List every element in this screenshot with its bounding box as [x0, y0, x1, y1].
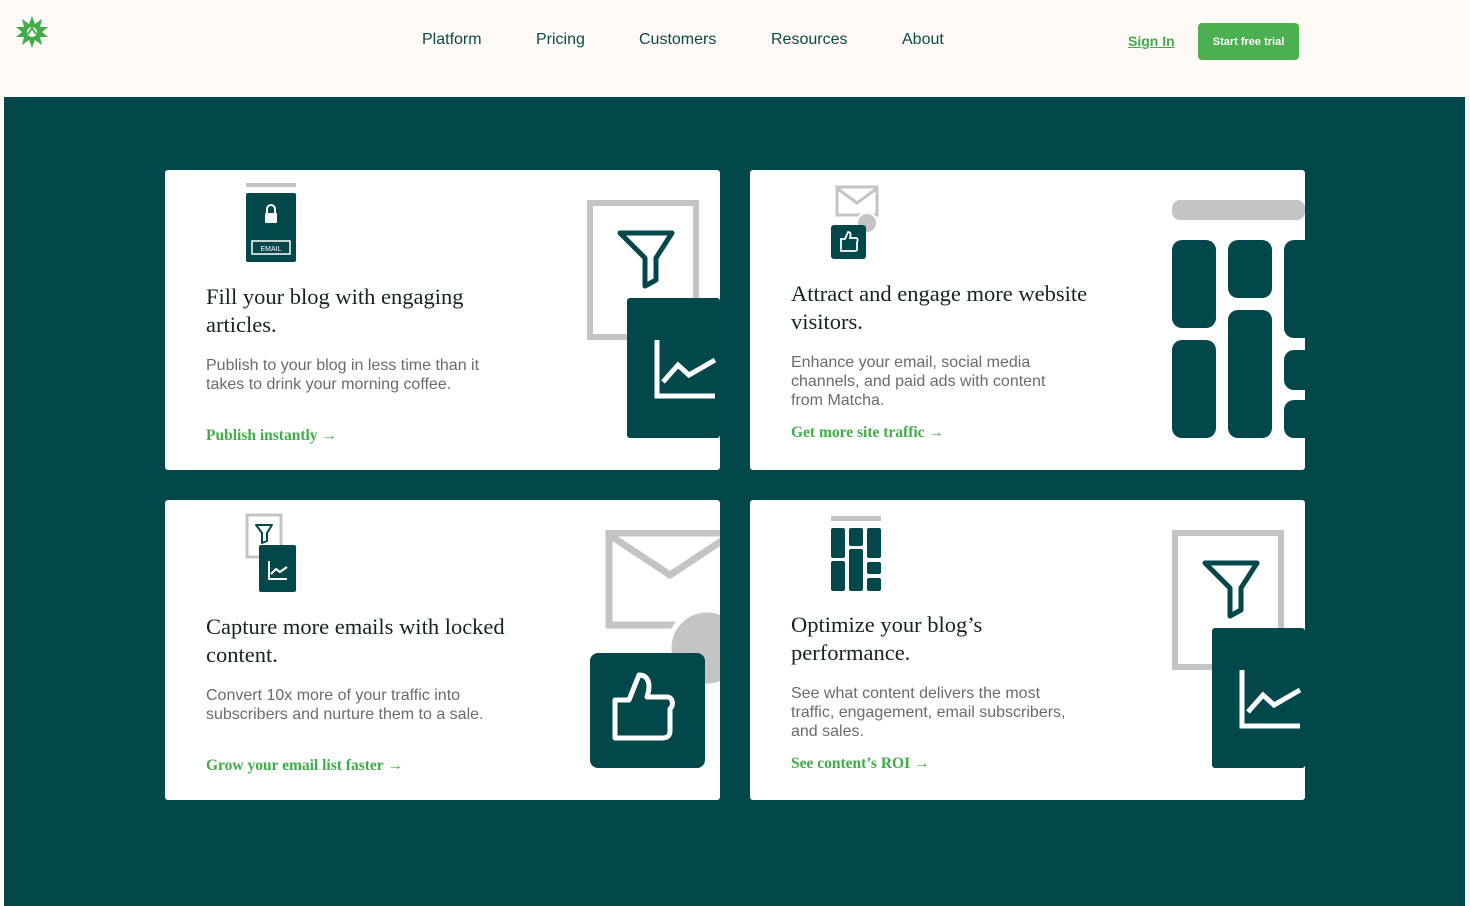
feature-card-emails: Capture more emails with locked content.…: [165, 500, 720, 800]
grow-email-list-link[interactable]: Grow your email list faster →: [206, 757, 403, 775]
arrow-right-icon: →: [387, 757, 404, 774]
grid-blocks-icon: [831, 516, 881, 591]
get-more-site-traffic-link[interactable]: Get more site traffic →: [791, 424, 944, 442]
card-description: Publish to your blog in less time than i…: [206, 357, 480, 393]
publish-instantly-link[interactable]: Publish instantly →: [206, 427, 337, 445]
start-free-trial-button[interactable]: Start free trial: [1198, 23, 1299, 60]
nav-about[interactable]: About: [902, 31, 944, 49]
grid-blocks-art: [1172, 200, 1305, 438]
top-navigation: Platform Pricing Customers Resources Abo…: [0, 0, 1470, 97]
funnel-chart-art: [1172, 530, 1305, 768]
mail-thumbs-up-art: [590, 530, 720, 768]
card-title: Fill your blog with engaging articles.: [206, 284, 464, 337]
feature-card-traffic: Attract and engage more website visitors…: [750, 170, 1305, 470]
card-title: Capture more emails with locked content.: [206, 614, 505, 667]
sign-in-link[interactable]: Sign In: [1128, 33, 1175, 49]
nav-platform[interactable]: Platform: [422, 31, 482, 49]
matcha-star-logo-icon[interactable]: [15, 15, 49, 49]
card-title: Optimize your blog’s performance.: [791, 612, 983, 665]
nav-customers[interactable]: Customers: [639, 31, 716, 49]
arrow-right-icon: →: [321, 427, 338, 444]
email-icon-label: EMAIL: [260, 246, 281, 253]
card-description: Convert 10x more of your traffic into su…: [206, 687, 484, 723]
card-title: Attract and engage more website visitors…: [791, 281, 1088, 334]
arrow-right-icon: →: [914, 755, 930, 772]
card-description: See what content delivers the most traff…: [791, 685, 1066, 740]
lock-email-icon: EMAIL: [246, 183, 296, 262]
card-description: Enhance your email, social media channel…: [791, 354, 1046, 409]
nav-pricing[interactable]: Pricing: [536, 31, 585, 49]
feature-card-performance: Optimize your blog’s performance. See wh…: [750, 500, 1305, 800]
feature-card-publish: EMAIL Fill your blog with engaging artic…: [165, 170, 720, 470]
funnel-chart-icon: [245, 513, 296, 592]
see-content-roi-link[interactable]: See content’s ROI →: [791, 755, 930, 773]
mail-thumbs-up-icon: [831, 185, 879, 259]
funnel-chart-art: [587, 200, 720, 438]
features-section: EMAIL Fill your blog with engaging artic…: [4, 97, 1465, 906]
arrow-right-icon: →: [928, 424, 945, 441]
nav-resources[interactable]: Resources: [771, 31, 847, 49]
